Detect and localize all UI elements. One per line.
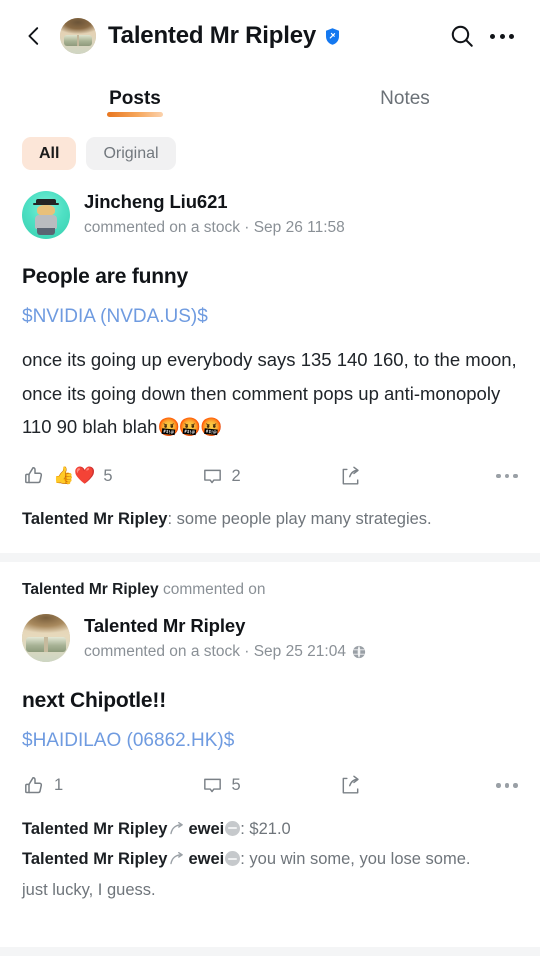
avatar-sunglasses xyxy=(26,636,66,652)
thumbs-up-icon xyxy=(25,467,43,484)
post-title: next Chipotle!! xyxy=(22,689,166,713)
post-body-emoji: 🤬🤬🤬 xyxy=(157,417,222,438)
avatar[interactable] xyxy=(60,18,96,54)
post-meta-text: commented on a stock · Sep 26 11:58 xyxy=(84,218,345,236)
post-author-row[interactable]: Jincheng Liu621 commented on a stock · S… xyxy=(22,180,518,243)
globe-icon xyxy=(352,645,366,658)
comment-count: 5 xyxy=(231,776,241,795)
more-options-icon xyxy=(496,783,518,788)
post-author-name: Jincheng Liu621 xyxy=(84,191,228,212)
more-options-icon xyxy=(490,33,514,39)
bottom-divider xyxy=(0,947,540,956)
verified-shield-icon xyxy=(326,27,339,45)
comment-count: 2 xyxy=(231,466,241,485)
like-count: 1 xyxy=(54,776,64,795)
post-author-meta: Talented Mr Ripley commented on a stock … xyxy=(84,614,366,663)
comment-preview-item[interactable]: Talented Mr Ripley: some people play man… xyxy=(22,504,518,535)
comment-text: : you win some, you lose some. xyxy=(240,850,471,869)
comment-author: Talented Mr Ripley xyxy=(22,510,168,529)
user-badge-icon xyxy=(225,820,241,836)
search-button[interactable] xyxy=(442,16,482,56)
stock-ticker-link[interactable]: $NVIDIA (NVDA.US)$ xyxy=(22,305,518,330)
avatar[interactable] xyxy=(22,614,70,663)
comment-preview-item[interactable]: Talented Mr Ripley ewei : you win some, yo… xyxy=(22,844,518,875)
comment-reply-target: ewei xyxy=(188,819,225,838)
comment-continuation: just lucky, I guess. xyxy=(22,881,156,900)
thumbs-up-icon xyxy=(25,776,43,793)
reply-arrow-icon xyxy=(170,852,184,865)
tab-posts[interactable]: Posts xyxy=(0,72,270,128)
tab-bar: Posts Notes xyxy=(0,72,540,128)
avatar[interactable] xyxy=(22,190,70,239)
stock-ticker-link[interactable]: $HAIDILAO (06862.HK)$ xyxy=(22,729,518,754)
post-more-button[interactable] xyxy=(458,473,518,479)
post-meta: commented on a stock · Sep 25 21:04 xyxy=(84,641,366,663)
chevron-left-icon xyxy=(28,27,39,45)
avatar-body xyxy=(34,215,58,229)
comment-text: : $21.0 xyxy=(240,819,291,838)
share-button[interactable] xyxy=(339,774,458,797)
comment-bubble-icon xyxy=(203,469,221,483)
avatar-sunglasses xyxy=(64,35,92,47)
share-icon xyxy=(343,466,360,485)
post-body-text: once its going up everybody says 135 140… xyxy=(22,349,517,438)
filter-chip-all[interactable]: All xyxy=(22,137,77,170)
post-more-button[interactable] xyxy=(458,783,518,788)
post-card: Jincheng Liu621 commented on a stock · S… xyxy=(0,180,540,553)
post-title: People are funny xyxy=(22,265,189,289)
reaction-emoji-stack: 👍❤️ xyxy=(53,466,96,486)
comment-preview-item[interactable]: Talented Mr Ripley ewei : $21.0 xyxy=(22,814,518,845)
reaction-emojis: 👍❤️ xyxy=(53,466,96,486)
page-title: Talented Mr Ripley xyxy=(108,22,316,49)
post-card: Talented Mr Ripley commented on Talented… xyxy=(0,561,540,924)
comment-preview-list: Talented Mr Ripley ewei : $21.0 Talented M… xyxy=(22,814,518,924)
like-button[interactable]: 1 xyxy=(22,774,201,798)
search-icon xyxy=(451,25,473,47)
comment-preview-list: Talented Mr Ripley: some people play man… xyxy=(22,504,518,553)
header-more-button[interactable] xyxy=(482,16,522,56)
comment-button[interactable]: 2 xyxy=(201,465,340,488)
repost-action: commented on xyxy=(162,580,266,598)
more-options-icon xyxy=(496,473,518,479)
top-header-bar: Talented Mr Ripley xyxy=(0,0,540,72)
reply-arrow-icon xyxy=(170,821,184,834)
comment-author: Talented Mr Ripley xyxy=(22,819,168,838)
repost-header: Talented Mr Ripley commented on xyxy=(22,562,518,604)
post-author-row[interactable]: Talented Mr Ripley commented on a stock … xyxy=(22,604,518,667)
post-author-name: Talented Mr Ripley xyxy=(84,614,246,636)
share-button[interactable] xyxy=(339,465,458,488)
filter-chip-row: All Original xyxy=(0,128,540,180)
like-button[interactable]: 👍❤️ 5 xyxy=(22,464,201,488)
comment-reply-target: ewei xyxy=(188,850,225,869)
post-action-bar: 👍❤️ 5 2 xyxy=(22,448,518,504)
post-meta-text: commented on a stock · Sep 25 21:04 xyxy=(84,642,346,660)
repost-author: Talented Mr Ripley xyxy=(22,580,159,598)
post-meta: commented on a stock · Sep 26 11:58 xyxy=(84,217,345,239)
comment-author: Talented Mr Ripley xyxy=(22,850,168,869)
avatar-legs xyxy=(36,227,56,236)
share-icon xyxy=(343,775,360,794)
back-button[interactable] xyxy=(14,16,54,56)
filter-chip-original[interactable]: Original xyxy=(86,137,176,170)
like-count: 5 xyxy=(103,466,113,485)
post-action-bar: 1 5 xyxy=(22,758,518,814)
tab-notes[interactable]: Notes xyxy=(270,72,540,128)
post-body: once its going up everybody says 135 140… xyxy=(22,343,518,444)
comment-button[interactable]: 5 xyxy=(201,774,340,797)
tab-notes-label: Notes xyxy=(380,88,430,109)
section-divider xyxy=(0,552,540,562)
tab-posts-label: Posts xyxy=(107,88,163,117)
comment-bubble-icon xyxy=(203,778,221,793)
comment-text: : some people play many strategies. xyxy=(167,510,432,529)
post-author-meta: Jincheng Liu621 commented on a stock · S… xyxy=(84,190,345,239)
user-badge-icon xyxy=(225,851,241,867)
